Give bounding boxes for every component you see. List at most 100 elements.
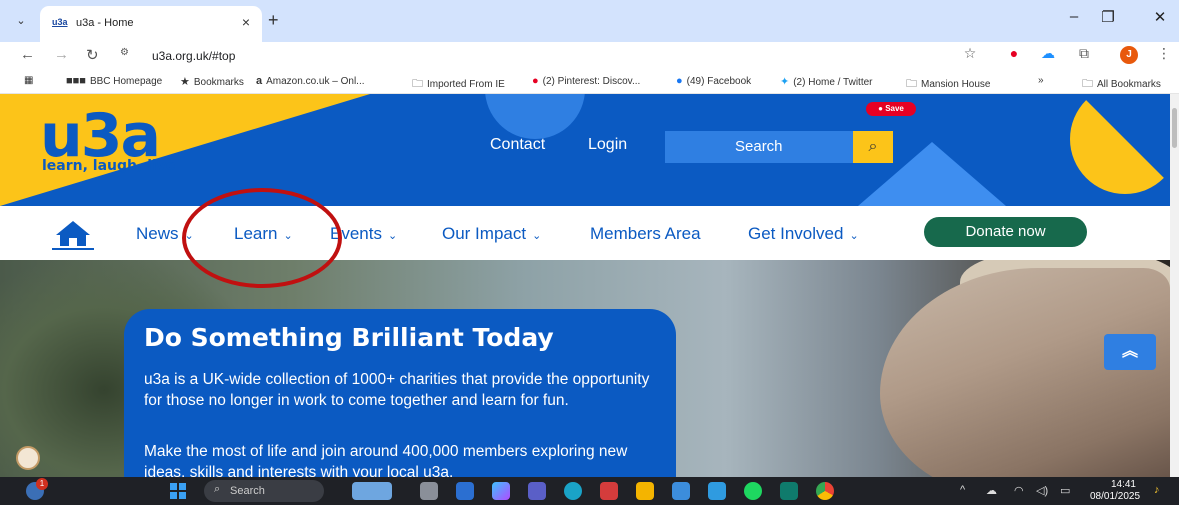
minimize-icon[interactable]: – bbox=[1062, 8, 1086, 25]
tab-title: u3a - Home bbox=[76, 17, 134, 29]
folder-icon: 🗀 bbox=[412, 78, 423, 90]
search-icon: ⌕ bbox=[214, 483, 221, 495]
windows-start-icon[interactable] bbox=[170, 483, 186, 499]
teams-icon[interactable] bbox=[528, 482, 546, 500]
notification-bell-icon[interactable]: ♪ bbox=[1154, 484, 1160, 496]
forward-arrow-icon[interactable]: → bbox=[54, 46, 69, 63]
battery-icon[interactable]: ▭ bbox=[1060, 484, 1070, 497]
page-scrollbar[interactable] bbox=[1170, 94, 1179, 477]
u3a-logo[interactable]: u3a bbox=[40, 106, 161, 166]
windows-taskbar: Search ⌕ ^ ☁ ◠ ◁) ▭ 14:41 08/01/2025 ♪ bbox=[0, 477, 1179, 505]
hero-paragraph-2: Make the most of life and join around 40… bbox=[144, 443, 628, 477]
extensions-puzzle-icon[interactable]: ⧉ bbox=[1074, 45, 1094, 62]
login-link[interactable]: Login bbox=[588, 136, 627, 154]
tab-u3a-home[interactable]: u3a u3a - Home × bbox=[40, 6, 262, 42]
file-explorer-icon[interactable] bbox=[636, 482, 654, 500]
cookie-widget-icon[interactable] bbox=[16, 446, 40, 470]
browser-menu-icon[interactable]: ⋮ bbox=[1154, 45, 1174, 62]
copilot-icon[interactable] bbox=[492, 482, 510, 500]
contact-link[interactable]: Contact bbox=[490, 136, 545, 154]
back-arrow-icon[interactable]: ← bbox=[20, 46, 35, 63]
chevron-down-icon: ⌄ bbox=[849, 230, 859, 242]
browser-tab-strip: ⌄ u3a u3a - Home × + – ❐ ✕ bbox=[0, 0, 1179, 42]
publisher-icon[interactable] bbox=[780, 482, 798, 500]
search-input[interactable]: Search bbox=[665, 131, 853, 163]
bookmark-facebook[interactable]: ● (49) Facebook bbox=[676, 75, 751, 87]
wifi-icon[interactable]: ◠ bbox=[1014, 484, 1024, 497]
new-tab-button[interactable]: + bbox=[268, 10, 279, 31]
taskbar-search[interactable]: Search bbox=[204, 480, 324, 502]
restore-icon[interactable]: ❐ bbox=[1096, 8, 1120, 26]
main-navigation: News ⌄ Learn ⌄ Events ⌄ Our Impact ⌄ Members… bbox=[0, 206, 1170, 260]
reload-icon[interactable]: ↻ bbox=[86, 46, 99, 64]
profile-avatar[interactable]: J bbox=[1120, 46, 1138, 64]
red-annotation-circle bbox=[182, 188, 342, 288]
onedrive-cloud-icon[interactable]: ☁ bbox=[986, 484, 997, 497]
amazon-icon: a bbox=[256, 75, 263, 87]
scrollbar-thumb[interactable] bbox=[1172, 108, 1177, 148]
bookmark-imported-ie[interactable]: 🗀 Imported From IE bbox=[412, 75, 505, 94]
taskview-icon[interactable] bbox=[420, 482, 438, 500]
hero-card: Do Something Brilliant Today u3a is a UK… bbox=[124, 309, 676, 477]
chevron-down-icon: ⌄ bbox=[532, 230, 542, 242]
tab-search-chevron-icon[interactable]: ⌄ bbox=[10, 10, 32, 32]
chevron-down-icon: ⌄ bbox=[387, 230, 398, 242]
bookmark-star-icon[interactable]: ☆ bbox=[960, 45, 980, 62]
store-icon[interactable] bbox=[672, 482, 690, 500]
scroll-to-top-button[interactable]: ︽ bbox=[1104, 334, 1156, 370]
gift-app-icon[interactable] bbox=[600, 482, 618, 500]
home-icon[interactable] bbox=[52, 218, 94, 250]
edge-icon[interactable] bbox=[564, 482, 582, 500]
star-icon: ★ bbox=[180, 76, 190, 88]
bookmarks-bar: ▦ ■■■ BBC Homepage ★ Bookmarks a Amazon.co.… bbox=[0, 70, 1179, 94]
bookmark-all-bookmarks[interactable]: 🗀 All Bookmarks bbox=[1082, 75, 1161, 94]
hero-section: Do Something Brilliant Today u3a is a UK… bbox=[0, 260, 1170, 477]
browser-toolbar: ← → ↻ ⚙ u3a.org.uk/#top ☆ ● ☁ ⧉ J ⋮ bbox=[0, 42, 1179, 70]
more-bookmarks-chevron-icon[interactable]: » bbox=[1038, 75, 1044, 86]
taskbar-clock[interactable]: 14:41 08/01/2025 bbox=[1090, 479, 1141, 503]
twitter-icon: ✦ bbox=[780, 76, 790, 88]
notification-badge: 1 bbox=[36, 478, 48, 490]
bookmark-pinterest[interactable]: ● (2) Pinterest: Discov... bbox=[532, 75, 640, 87]
pinterest-extension-icon[interactable]: ● bbox=[1004, 45, 1024, 61]
folder-icon: 🗀 bbox=[1082, 78, 1093, 90]
close-window-icon[interactable]: ✕ bbox=[1148, 8, 1172, 26]
clock-date: 08/01/2025 bbox=[1090, 491, 1141, 502]
nav-get-involved[interactable]: Get Involved ⌄ bbox=[748, 224, 859, 244]
folder-icon: 🗀 bbox=[906, 78, 917, 90]
mail-icon[interactable] bbox=[708, 482, 726, 500]
chrome-icon[interactable] bbox=[816, 482, 834, 500]
spotify-icon[interactable] bbox=[744, 482, 762, 500]
nav-members-area[interactable]: Members Area bbox=[590, 224, 701, 244]
logo-tagline: learn, laugh, live bbox=[42, 158, 176, 174]
u3a-favicon-icon: u3a bbox=[52, 17, 68, 27]
bookmark-twitter[interactable]: ✦ (2) Home / Twitter bbox=[780, 75, 873, 88]
volume-icon[interactable]: ◁) bbox=[1036, 484, 1048, 497]
hero-paragraph-1: u3a is a UK-wide collection of 1000+ cha… bbox=[144, 371, 650, 409]
taskbar-widget-icon[interactable] bbox=[352, 482, 392, 500]
bookmark-bbc[interactable]: ■■■ BBC Homepage bbox=[66, 75, 162, 87]
tab-close-icon[interactable]: × bbox=[242, 14, 250, 30]
donate-button[interactable]: Donate now bbox=[924, 217, 1087, 247]
address-bar[interactable]: u3a.org.uk/#top bbox=[152, 49, 235, 63]
search-placeholder: Search bbox=[735, 138, 783, 155]
nav-our-impact[interactable]: Our Impact ⌄ bbox=[442, 224, 541, 244]
facebook-icon: ● bbox=[676, 75, 683, 87]
bookmark-bookmarks[interactable]: ★ Bookmarks bbox=[180, 75, 244, 88]
pinterest-save-button[interactable]: ● Save bbox=[866, 102, 916, 116]
tray-chevron-up-icon[interactable]: ^ bbox=[960, 484, 965, 496]
search-icon[interactable]: ⌕ bbox=[853, 131, 893, 163]
hero-title: Do Something Brilliant Today bbox=[144, 323, 554, 352]
cloud-extension-icon[interactable]: ☁ bbox=[1038, 45, 1058, 62]
outlook-icon[interactable] bbox=[456, 482, 474, 500]
pill-decoration bbox=[485, 94, 585, 139]
bbc-icon: ■■■ bbox=[66, 75, 86, 87]
site-info-icon[interactable]: ⚙ bbox=[120, 47, 138, 63]
hero-photo-face bbox=[880, 268, 1170, 477]
apps-grid-icon[interactable]: ▦ bbox=[24, 75, 33, 86]
bookmark-amazon[interactable]: a Amazon.co.uk – Onl... bbox=[256, 75, 365, 87]
bookmark-mansion-house[interactable]: 🗀 Mansion House bbox=[906, 75, 990, 94]
pinterest-icon: ● bbox=[532, 75, 539, 87]
yellow-circle-decoration bbox=[1070, 94, 1170, 194]
clock-time: 14:41 bbox=[1110, 479, 1136, 490]
